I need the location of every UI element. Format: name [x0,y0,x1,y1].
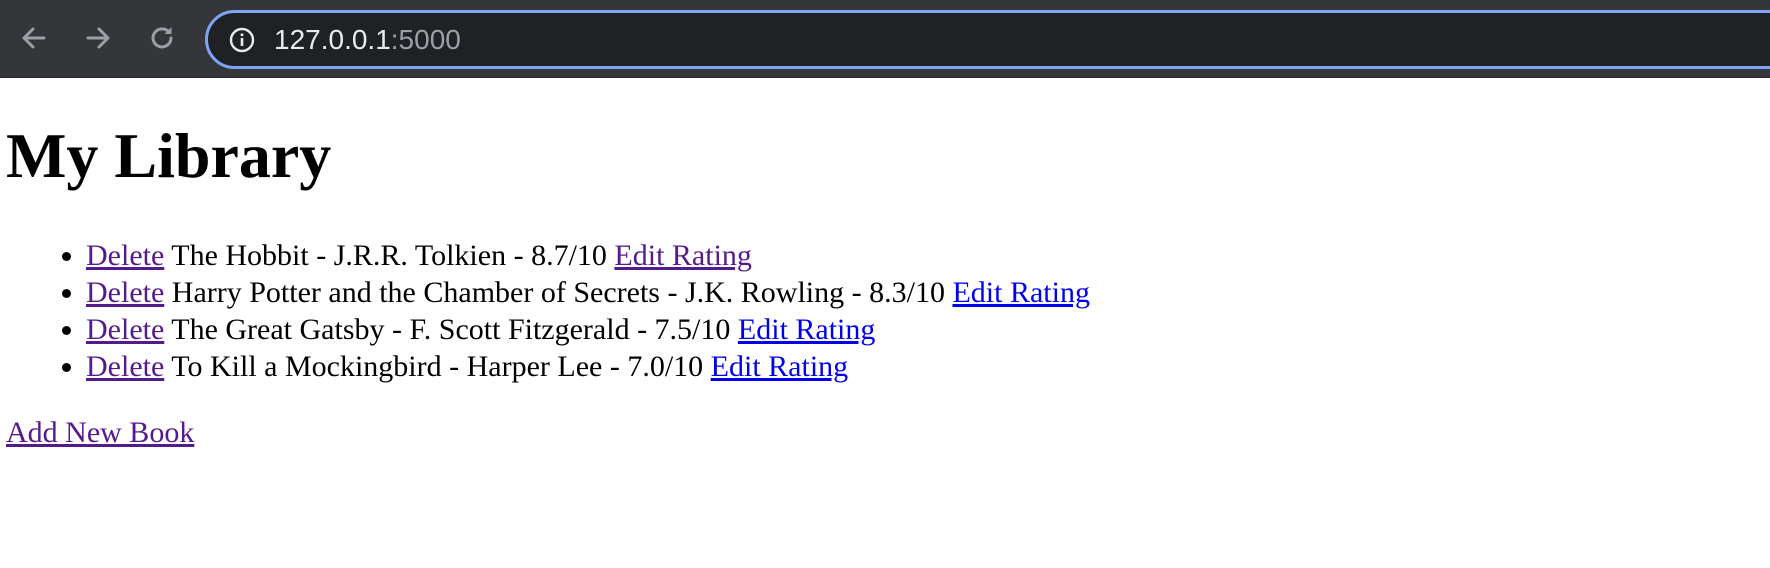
browser-toolbar: 127.0.0.1:5000 [0,0,1770,78]
arrow-left-icon [22,27,46,49]
delete-link[interactable]: Delete [86,276,164,309]
book-info: The Hobbit - J.R.R. Tolkien - 8.7/10 [171,239,607,272]
reload-icon [151,27,173,49]
edit-rating-link[interactable]: Edit Rating [711,350,849,383]
book-list: Delete The Hobbit - J.R.R. Tolkien - 8.7… [0,237,1090,385]
edit-rating-link[interactable]: Edit Rating [614,239,752,272]
address-bar[interactable]: 127.0.0.1:5000 [205,10,1770,69]
book-info: Harry Potter and the Chamber of Secrets … [171,276,945,309]
page-title: My Library [6,120,332,191]
book-info: To Kill a Mockingbird - Harper Lee - 7.0… [171,350,704,383]
forward-button[interactable] [78,18,118,58]
page-content: My Library Delete The Hobbit - J.R.R. To… [0,78,1770,568]
delete-link[interactable]: Delete [86,350,164,383]
back-button[interactable] [14,18,54,58]
book-list-item: Delete To Kill a Mockingbird - Harper Le… [86,348,1090,385]
reload-button[interactable] [142,18,182,58]
arrow-right-icon [86,27,110,49]
delete-link[interactable]: Delete [86,313,164,346]
book-list-item: Delete The Hobbit - J.R.R. Tolkien - 8.7… [86,237,1090,274]
url-text: 127.0.0.1:5000 [274,25,461,55]
url-host: 127.0.0.1 [274,24,391,55]
url-port: :5000 [390,24,461,55]
edit-rating-link[interactable]: Edit Rating [952,276,1090,309]
book-list-item: Delete The Great Gatsby - F. Scott Fitzg… [86,311,1090,348]
delete-link[interactable]: Delete [86,239,164,272]
add-new-book-link[interactable]: Add New Book [6,414,194,451]
edit-rating-link[interactable]: Edit Rating [738,313,876,346]
site-info-icon[interactable] [228,26,256,54]
book-info: The Great Gatsby - F. Scott Fitzgerald -… [171,313,731,346]
book-list-item: Delete Harry Potter and the Chamber of S… [86,274,1090,311]
